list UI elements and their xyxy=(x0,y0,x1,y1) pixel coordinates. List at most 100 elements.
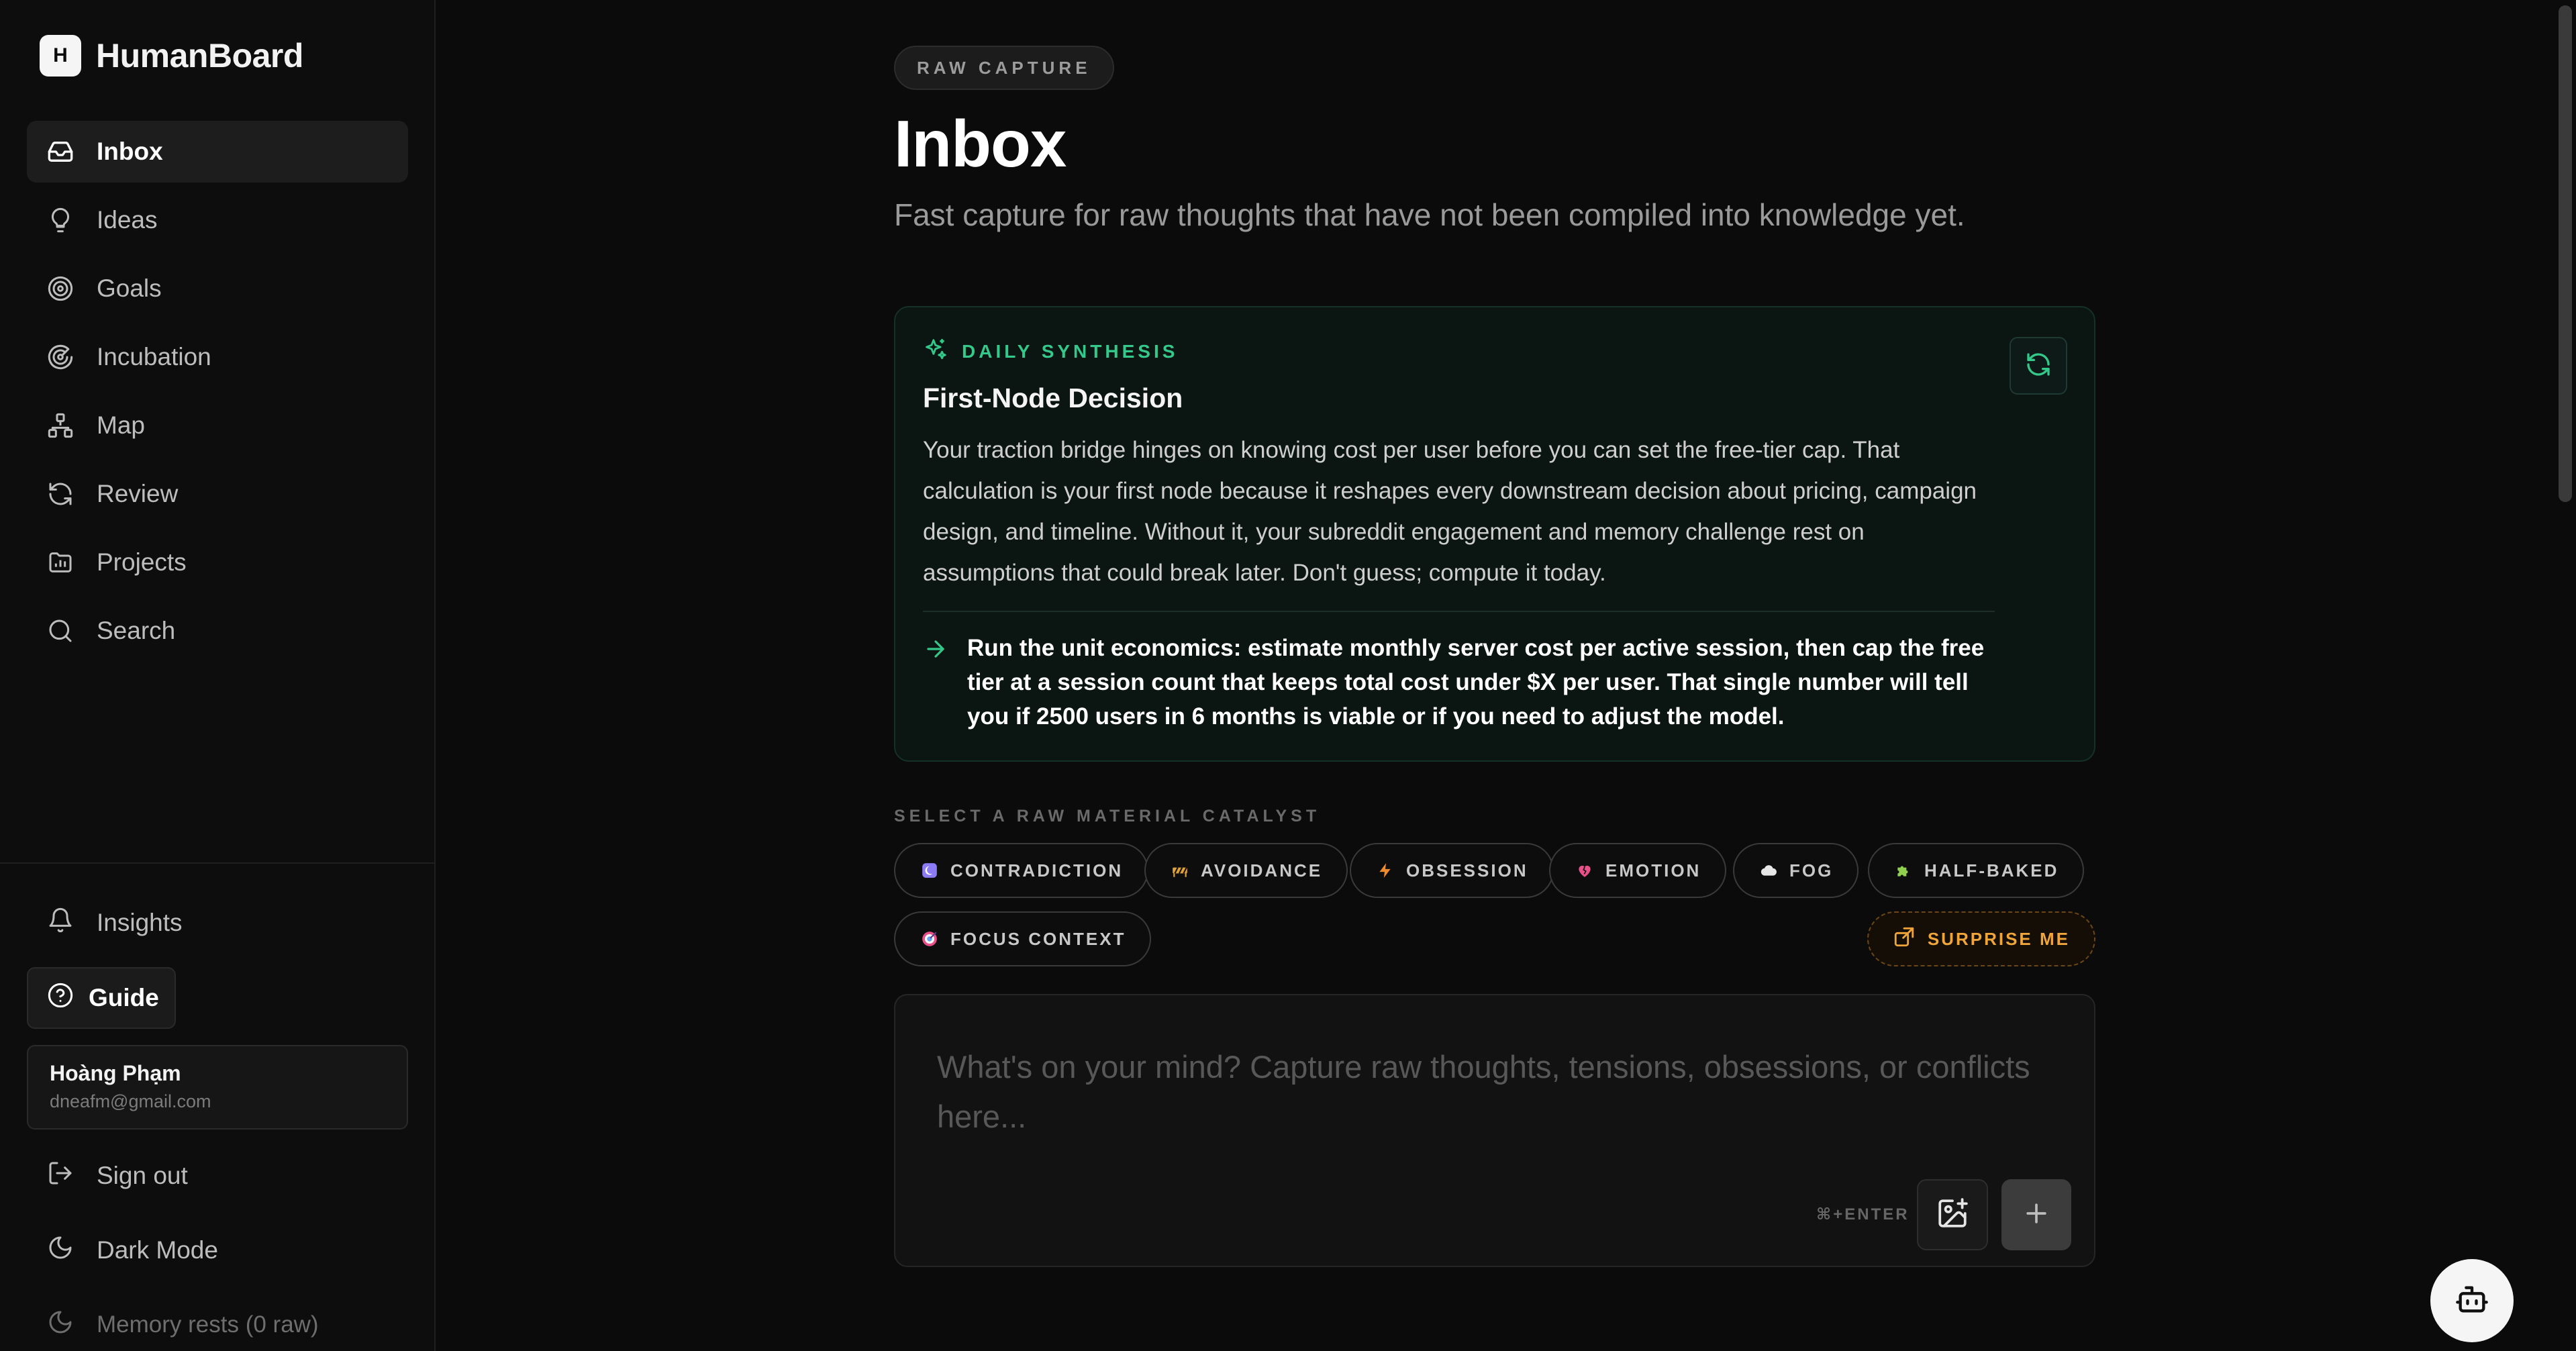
refresh-icon xyxy=(47,481,74,507)
sign-out-button[interactable]: Sign out xyxy=(27,1146,408,1206)
chip-label: HALF-BAKED xyxy=(1924,860,2059,881)
puzzle-icon xyxy=(1895,862,1912,879)
sidebar: H HumanBoard Inbox Ideas Goals Incubatio… xyxy=(0,0,436,1351)
target-icon xyxy=(47,275,74,302)
barrier-icon xyxy=(1171,862,1189,879)
synthesis-divider xyxy=(923,611,1995,612)
dark-mode-toggle[interactable]: Dark Mode xyxy=(27,1220,408,1281)
sidebar-divider xyxy=(0,862,436,864)
synthesis-title: First-Node Decision xyxy=(923,383,1183,413)
sidebar-nav: Inbox Ideas Goals Incubation Map Review … xyxy=(27,121,408,668)
sidebar-item-label: Incubation xyxy=(97,343,211,370)
sidebar-item-label: Ideas xyxy=(97,206,158,234)
contradiction-icon xyxy=(921,862,938,879)
guide-button[interactable]: Guide xyxy=(27,967,176,1029)
sidebar-item-search[interactable]: Search xyxy=(27,600,408,662)
brand-logo: H xyxy=(40,35,81,77)
broken-heart-icon xyxy=(1576,862,1593,879)
page-title: Inbox xyxy=(894,107,1067,181)
catalyst-chip-half-baked[interactable]: HALF-BAKED xyxy=(1868,843,2085,898)
folder-chart-icon xyxy=(47,549,74,576)
user-name: Hoàng Phạm xyxy=(50,1061,181,1085)
memory-status: Memory rests (0 raw) xyxy=(27,1295,408,1351)
sidebar-item-map[interactable]: Map xyxy=(27,395,408,456)
arrow-right-icon xyxy=(923,631,948,734)
search-icon xyxy=(47,617,74,644)
radar-icon xyxy=(47,344,74,370)
bullseye-icon xyxy=(921,930,938,948)
chip-label: CONTRADICTION xyxy=(950,860,1124,881)
sidebar-item-label: Search xyxy=(97,617,176,644)
guide-label: Guide xyxy=(89,984,159,1011)
sidebar-item-review[interactable]: Review xyxy=(27,463,408,525)
catalyst-chip-focus-context[interactable]: FOCUS CONTEXT xyxy=(894,911,1152,966)
sparkles-icon xyxy=(923,337,948,366)
catalyst-chip-emotion[interactable]: EMOTION xyxy=(1549,843,1727,898)
section-tag: RAW CAPTURE xyxy=(894,46,1114,90)
help-circle-icon xyxy=(47,982,74,1015)
sidebar-item-goals[interactable]: Goals xyxy=(27,258,408,319)
sidebar-item-inbox[interactable]: Inbox xyxy=(27,121,408,183)
lightning-icon xyxy=(1377,862,1394,879)
synthesis-action-text: Run the unit economics: estimate monthly… xyxy=(967,635,1985,730)
surprise-me-label: SURPRISE ME xyxy=(1927,928,2070,949)
sidebar-item-label: Map xyxy=(97,411,145,439)
chip-label: FOCUS CONTEXT xyxy=(950,928,1126,949)
synthesis-label: DAILY SYNTHESIS xyxy=(962,340,1179,362)
network-icon xyxy=(47,412,74,439)
assistant-bot-button[interactable] xyxy=(2430,1259,2514,1342)
chip-label: FOG xyxy=(1789,860,1834,881)
synthesis-body: Your traction bridge hinges on knowing c… xyxy=(923,437,1977,586)
chip-label: EMOTION xyxy=(1605,860,1701,881)
brand[interactable]: H HumanBoard xyxy=(40,35,303,77)
catalyst-chip-fog[interactable]: FOG xyxy=(1733,843,1859,898)
bot-icon xyxy=(2455,1282,2489,1320)
catalyst-label: SELECT A RAW MATERIAL CATALYST xyxy=(894,807,1321,825)
surprise-me-button[interactable]: SURPRISE ME xyxy=(1867,911,2095,966)
catalyst-chip-obsession[interactable]: OBSESSION xyxy=(1350,843,1554,898)
synthesis-header: DAILY SYNTHESIS xyxy=(923,337,1178,366)
attach-image-button[interactable] xyxy=(1917,1179,1988,1250)
cloud-icon xyxy=(1760,862,1777,879)
lightbulb-icon xyxy=(47,207,74,234)
page-scrollbar[interactable] xyxy=(2555,0,2576,1351)
user-email: dneafm@gmail.com xyxy=(50,1091,211,1111)
add-capture-button[interactable] xyxy=(2001,1179,2071,1250)
catalyst-chip-contradiction[interactable]: CONTRADICTION xyxy=(894,843,1149,898)
sidebar-item-label: Projects xyxy=(97,548,187,576)
daily-synthesis-card: DAILY SYNTHESIS First-Node Decision Your… xyxy=(894,306,2095,762)
sidebar-item-incubation[interactable]: Incubation xyxy=(27,326,408,388)
insights-label: Insights xyxy=(97,909,183,936)
chip-label: OBSESSION xyxy=(1406,860,1528,881)
page-subtitle: Fast capture for raw thoughts that have … xyxy=(894,197,1965,232)
moon-icon xyxy=(47,1234,74,1267)
plus-icon xyxy=(2022,1199,2051,1232)
scrollbar-thumb[interactable] xyxy=(2559,5,2572,502)
bell-icon xyxy=(47,907,74,940)
brand-name: HumanBoard xyxy=(96,37,303,74)
refresh-icon xyxy=(2025,351,2052,381)
synthesis-action: Run the unit economics: estimate monthly… xyxy=(923,631,2003,734)
sidebar-item-projects[interactable]: Projects xyxy=(27,532,408,593)
sidebar-item-label: Inbox xyxy=(97,138,163,165)
submit-shortcut-hint: ⌘+ENTER xyxy=(1816,1205,1910,1223)
capture-box: ⌘+ENTER xyxy=(894,994,2095,1267)
moon-icon xyxy=(47,1309,74,1342)
dark-mode-label: Dark Mode xyxy=(97,1236,218,1264)
sign-out-label: Sign out xyxy=(97,1162,188,1189)
image-plus-icon xyxy=(1936,1197,1969,1234)
sidebar-item-ideas[interactable]: Ideas xyxy=(27,189,408,251)
regenerate-synthesis-button[interactable] xyxy=(2010,337,2067,395)
catalyst-chip-avoidance[interactable]: AVOIDANCE xyxy=(1144,843,1348,898)
dice-share-icon xyxy=(1893,925,1916,953)
sidebar-item-label: Review xyxy=(97,480,179,507)
memory-status-label: Memory rests (0 raw) xyxy=(97,1311,319,1338)
sign-out-icon xyxy=(47,1160,74,1193)
insights-button[interactable]: Insights xyxy=(27,893,408,953)
chip-label: AVOIDANCE xyxy=(1201,860,1323,881)
sidebar-item-label: Goals xyxy=(97,274,162,302)
inbox-icon xyxy=(47,138,74,165)
user-card[interactable]: Hoàng Phạm dneafm@gmail.com xyxy=(27,1045,408,1130)
app-root: H HumanBoard Inbox Ideas Goals Incubatio… xyxy=(0,0,2576,1351)
capture-input[interactable] xyxy=(937,1042,2038,1163)
